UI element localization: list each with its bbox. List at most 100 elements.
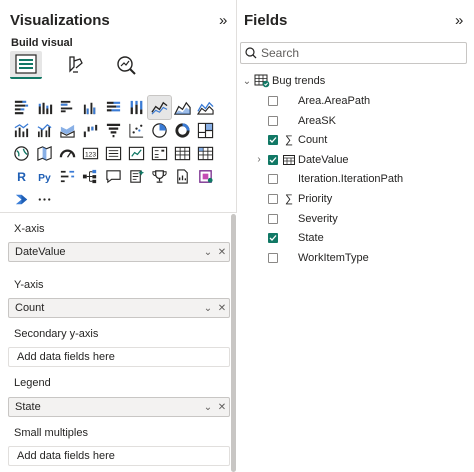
visual-type-slicer[interactable] <box>148 142 171 165</box>
field-item[interactable]: › DateValue <box>254 151 348 169</box>
search-input[interactable] <box>261 46 466 60</box>
visual-type-area-chart[interactable] <box>171 96 194 119</box>
line-and-stacked-column-chart-icon <box>14 123 29 138</box>
smart-narrative-icon <box>130 169 145 183</box>
visual-type-funnel[interactable] <box>102 119 125 142</box>
field-checkbox[interactable] <box>268 174 278 185</box>
multi-row-card-icon <box>105 146 122 161</box>
wells-scrollbar[interactable] <box>231 214 236 472</box>
yaxis-field-pill[interactable]: Count ⌄ ✕ <box>8 298 230 318</box>
field-item[interactable]: Iteration.IterationPath <box>254 170 403 188</box>
xaxis-field-pill[interactable]: DateValue ⌄ ✕ <box>8 242 230 262</box>
decomposition-tree-icon <box>82 169 97 184</box>
visual-type-multi-row-card[interactable] <box>102 142 125 165</box>
visual-type-clustered-bar-chart[interactable] <box>56 96 79 119</box>
visual-type-stacked-column-chart[interactable] <box>33 96 56 119</box>
close-icon[interactable]: ✕ <box>215 402 229 413</box>
close-icon[interactable]: ✕ <box>215 247 229 258</box>
stacked-area-chart-icon <box>197 101 214 115</box>
visual-type-donut-chart[interactable] <box>171 119 194 142</box>
field-checkbox[interactable] <box>268 233 278 244</box>
tab-build-visual[interactable] <box>10 51 42 79</box>
visual-type-python-visual[interactable]: Py <box>33 165 56 188</box>
sigma-icon: ∑ <box>285 193 293 205</box>
field-item[interactable]: ∑ Priority <box>254 190 332 208</box>
visual-type-100-stacked-bar-chart[interactable] <box>102 96 125 119</box>
secondary-y-drop-zone[interactable]: Add data fields here <box>8 347 230 367</box>
legend-field-pill[interactable]: State ⌄ ✕ <box>8 397 230 417</box>
chevron-down-icon[interactable]: ⌄ <box>242 76 252 87</box>
visual-type-power-apps[interactable] <box>194 165 217 188</box>
visual-type-gauge[interactable] <box>56 142 79 165</box>
visual-type-filled-map[interactable] <box>33 142 56 165</box>
chevron-down-icon[interactable]: ⌄ <box>201 402 215 413</box>
build-visual-label: Build visual <box>11 37 73 49</box>
small-multiples-drop-zone[interactable]: Add data fields here <box>8 446 230 466</box>
close-icon[interactable]: ✕ <box>215 303 229 314</box>
visual-type-power-automate[interactable] <box>10 188 33 211</box>
table-name-label: Bug trends <box>272 75 326 87</box>
analytics-icon <box>117 56 136 75</box>
visual-type-pie-chart[interactable] <box>148 119 171 142</box>
visual-type-waterfall-chart[interactable] <box>79 119 102 142</box>
visual-type-treemap[interactable] <box>194 119 217 142</box>
visual-type-paginated-report[interactable] <box>171 165 194 188</box>
visual-type-ribbon-chart[interactable] <box>56 119 79 142</box>
field-checkbox[interactable] <box>268 252 278 263</box>
yaxis-well-title: Y-axis <box>14 279 44 291</box>
visual-type-clustered-column-chart[interactable] <box>79 96 102 119</box>
field-checkbox[interactable] <box>268 115 278 126</box>
calendar-icon <box>282 154 296 166</box>
visual-type-metrics[interactable] <box>148 165 171 188</box>
visual-type-r-visual[interactable]: R <box>10 165 33 188</box>
field-checkbox[interactable] <box>268 135 278 146</box>
visual-type-smart-narrative[interactable] <box>125 165 148 188</box>
collapse-fields-button[interactable]: » <box>455 12 463 29</box>
collapse-visualizations-button[interactable]: » <box>219 12 227 29</box>
visual-type-line-and-stacked-column-chart[interactable] <box>10 119 33 142</box>
donut-chart-icon <box>175 123 190 138</box>
field-item[interactable]: AreaSK <box>254 112 336 130</box>
field-checkbox[interactable] <box>268 194 278 204</box>
field-checkbox[interactable] <box>268 154 278 165</box>
visual-type-stacked-area-chart[interactable] <box>194 96 217 119</box>
area-chart-icon <box>174 101 191 115</box>
field-checkbox[interactable] <box>268 213 278 224</box>
more-visuals-icon <box>38 198 51 201</box>
field-item[interactable]: Severity <box>254 210 338 228</box>
visual-type-stacked-bar-chart[interactable] <box>10 96 33 119</box>
visual-type-more-visuals[interactable] <box>33 188 56 211</box>
secondary-y-well-title: Secondary y-axis <box>14 328 99 340</box>
field-checkbox[interactable] <box>268 96 278 106</box>
visual-type-100-stacked-column-chart[interactable] <box>125 96 148 119</box>
visual-type-table[interactable] <box>171 142 194 165</box>
fields-search[interactable] <box>240 42 467 64</box>
chevron-down-icon[interactable]: ⌄ <box>201 247 215 258</box>
visual-type-qa[interactable] <box>102 165 125 188</box>
filled-map-icon <box>37 146 52 161</box>
visual-type-line-chart[interactable] <box>147 95 172 120</box>
visual-type-scatter-chart[interactable] <box>125 119 148 142</box>
visual-type-matrix[interactable] <box>194 142 217 165</box>
table-node-bug-trends[interactable]: ⌄ Bug trends <box>242 72 325 90</box>
field-item[interactable]: WorkItemType <box>254 249 369 267</box>
treemap-icon <box>197 122 214 139</box>
tab-analytics[interactable] <box>110 51 142 79</box>
tab-format-visual[interactable] <box>60 51 92 79</box>
visual-type-card[interactable]: 123 <box>79 142 102 165</box>
field-item[interactable]: Area.AreaPath <box>254 92 370 110</box>
visual-type-decomposition-tree[interactable] <box>79 165 102 188</box>
legend-well-title: Legend <box>14 377 51 389</box>
visual-type-gallery: 123 R Py <box>10 95 217 211</box>
field-item[interactable]: ∑ Count <box>254 131 327 149</box>
matrix-icon <box>197 146 214 161</box>
visual-type-key-influencers[interactable] <box>56 165 79 188</box>
visual-type-kpi[interactable] <box>125 142 148 165</box>
checkmark-icon <box>269 137 277 144</box>
field-item[interactable]: State <box>254 229 324 247</box>
chevron-down-icon[interactable]: ⌄ <box>201 303 215 314</box>
visual-type-map[interactable] <box>10 142 33 165</box>
visual-type-line-and-clustered-column-chart[interactable] <box>33 119 56 142</box>
chevron-right-icon[interactable]: › <box>254 154 264 165</box>
xaxis-field-label: DateValue <box>15 246 66 258</box>
